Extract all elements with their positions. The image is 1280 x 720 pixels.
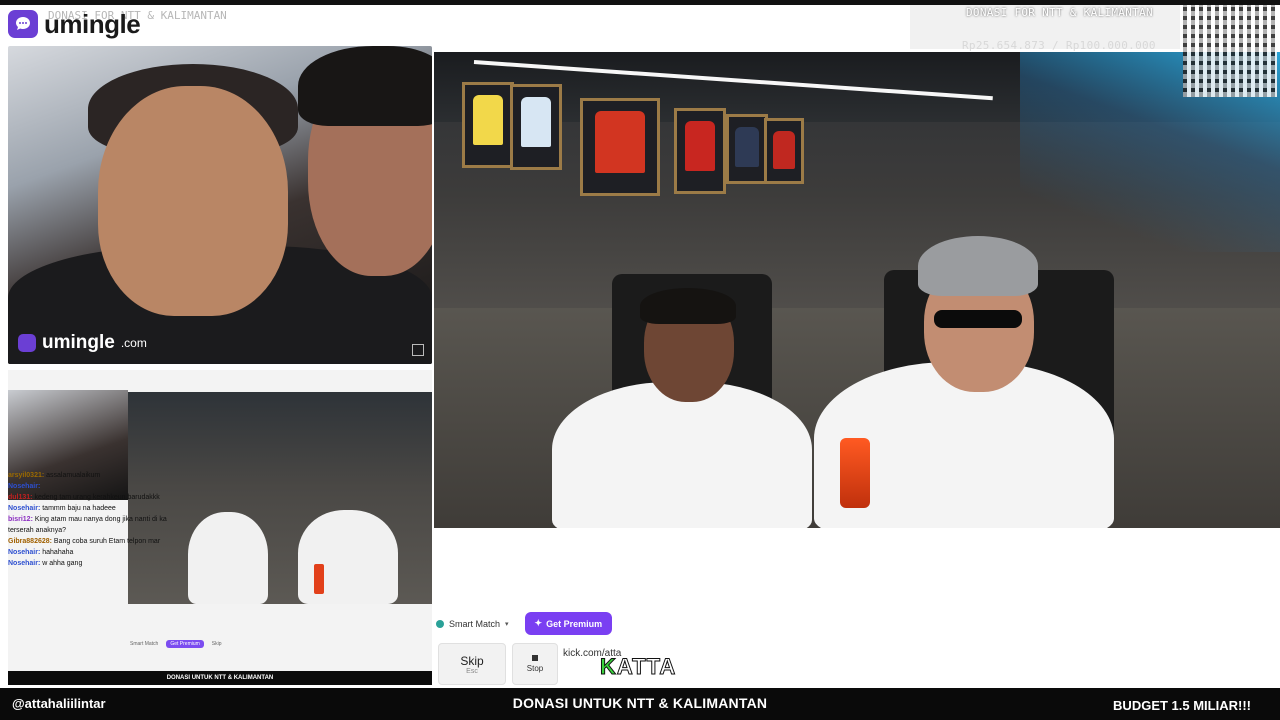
donation-goal: DONASI FOR NTT & KALIMANTAN Rp25.654.873… <box>910 5 1180 52</box>
preview-person-left <box>188 512 268 604</box>
stop-button[interactable]: Stop <box>512 643 558 685</box>
preview-footer: DONASI UNTUK NTT & KALIMANTAN <box>8 671 432 685</box>
chat-line: Nosehair: hahahaha <box>8 549 74 556</box>
preview-skip: Skip <box>211 641 222 647</box>
chevron-down-icon: ▾ <box>505 620 509 628</box>
stream-chat: arsyil0321: assalamualaikum Nosehair: du… <box>8 470 188 569</box>
stop-icon <box>532 655 538 661</box>
local-video <box>434 52 1280 528</box>
smart-match-label: Smart Match <box>449 618 501 629</box>
stream-preview: arsyil0321: assalamualaikum Nosehair: du… <box>8 370 432 685</box>
framed-jersey <box>674 108 726 194</box>
watermark-domain: .com <box>120 336 147 350</box>
watermark-name: umingle <box>42 332 115 353</box>
globe-icon <box>436 619 444 628</box>
chat-line: bisri12: King atam mau nanya dong jika n… <box>8 516 167 534</box>
remote-video: umingle .com <box>8 46 432 364</box>
call-controls: Skip Esc Stop <box>438 643 558 685</box>
donation-amount: Rp25.654.873 / Rp100.000.000 <box>962 39 1156 52</box>
chat-bubble-icon <box>8 10 38 38</box>
person-left-hair <box>640 288 736 324</box>
microphone <box>840 438 870 508</box>
person-left-shirt <box>552 382 812 528</box>
smart-match-dropdown[interactable]: Smart Match ▾ <box>436 619 509 629</box>
chat-line: Nosehair: <box>8 483 41 490</box>
stop-label: Stop <box>526 664 544 673</box>
chat-line: dul131: kedeng tam urang kerahkeun barud… <box>8 494 160 501</box>
preview-person-right <box>298 510 398 604</box>
umingle-mini-icon <box>18 334 36 352</box>
preview-mic <box>314 564 324 594</box>
chat-line: Nosehair: tammm baju na hadeee <box>8 505 116 512</box>
person-face <box>98 86 288 316</box>
chat-line: Gibra882628: Bang coba suruh Etam telpon… <box>8 538 161 545</box>
chat-line: Nosehair: w ahha gang <box>8 560 83 567</box>
person-right-hair <box>918 236 1038 296</box>
skip-button[interactable]: Skip Esc <box>438 643 506 685</box>
donation-qr-code <box>1183 5 1277 97</box>
preview-premium: Get Premium <box>166 640 204 648</box>
framed-jersey <box>580 98 660 196</box>
donation-banner: DONASI UNTUK NTT & KALIMANTAN <box>512 695 768 711</box>
report-flag-icon[interactable] <box>412 344 424 356</box>
person-hair-second <box>298 46 432 126</box>
framed-jersey <box>764 118 804 184</box>
donation-title: DONASI FOR NTT & KALIMANTAN <box>966 6 1153 19</box>
rocket-icon: ✦ <box>534 618 543 628</box>
budget-banner: BUDGET 1.5 MILIAR!!! <box>1113 698 1251 713</box>
video-watermark: umingle .com <box>18 332 147 354</box>
framed-jersey <box>726 114 768 184</box>
app-logo[interactable]: umingle <box>8 8 141 39</box>
skip-hint: Esc <box>466 667 478 675</box>
logo-text: umingle <box>44 8 141 39</box>
framed-jersey <box>510 84 562 170</box>
preview-smart-match: Smart Match <box>130 641 159 647</box>
skip-label: Skip <box>460 653 484 668</box>
framed-jersey <box>462 82 514 168</box>
get-premium-button[interactable]: ✦ Get Premium <box>524 612 613 635</box>
sunglasses <box>934 310 1022 328</box>
kick-katta-logo: KATTA <box>600 654 677 680</box>
premium-label: Get Premium <box>546 618 603 629</box>
preview-controls: Smart Match Get Premium Skip <box>130 638 430 650</box>
match-controls: Smart Match ▾ ✦ Get Premium <box>436 612 613 635</box>
stream-bottom-bar: @attahaliilintar DONASI UNTUK NTT & KALI… <box>0 688 1280 720</box>
chat-line: arsyil0321: assalamualaikum <box>8 472 101 479</box>
